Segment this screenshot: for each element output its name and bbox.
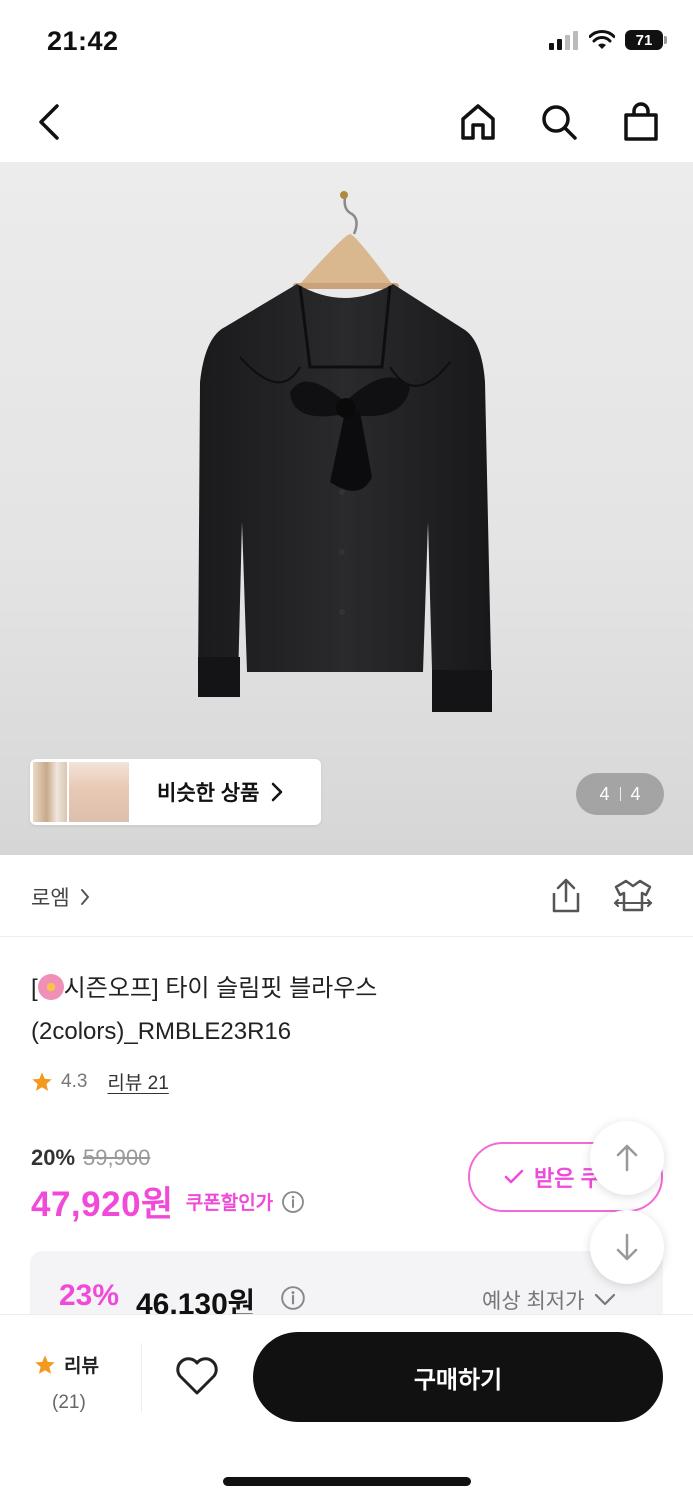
star-icon: [32, 1071, 52, 1091]
similar-thumbnail: [33, 762, 67, 822]
bottom-review-count: (21): [52, 1392, 86, 1413]
home-button[interactable]: [454, 98, 502, 146]
scroll-up-button[interactable]: [590, 1121, 664, 1195]
brand-link[interactable]: 로엠: [31, 882, 90, 912]
rating-row: 4.3 리뷰 21: [31, 1068, 169, 1095]
image-page-counter: 4 4: [576, 773, 664, 815]
discount-rate: 20%: [31, 1145, 76, 1170]
home-icon: [461, 104, 495, 140]
review-link[interactable]: 리뷰 21: [107, 1068, 168, 1095]
coupon-price-label: 쿠폰할인가: [185, 1193, 274, 1214]
back-button[interactable]: [26, 98, 74, 146]
product-title-line1: [시즌오프] 타이 슬림핏 블라우스: [31, 974, 378, 1002]
arrow-up-icon: [616, 1144, 638, 1172]
scroll-down-button[interactable]: [590, 1210, 664, 1284]
expected-lowest-price-label: 예상 최저가: [482, 1290, 585, 1313]
best-discount-rate: 23%: [59, 1279, 120, 1312]
best-price-box[interactable]: 23% 46,130원 예상 최저가: [30, 1251, 663, 1321]
similar-products-label: 비슷한 상품: [157, 782, 260, 805]
original-price: 59,900: [83, 1145, 151, 1170]
brand-row: 로엠: [0, 855, 693, 937]
chevron-right-icon: [272, 782, 283, 802]
info-icon[interactable]: [280, 1285, 306, 1311]
heart-icon: [176, 1357, 218, 1395]
wishlist-button[interactable]: [174, 1355, 220, 1402]
home-indicator: [223, 1477, 471, 1486]
share-icon: [552, 878, 580, 913]
bottom-purchase-bar: 리뷰 (21) 구매하기: [0, 1314, 693, 1500]
status-time: 21:42: [47, 26, 119, 56]
search-icon: [542, 105, 577, 140]
clothing-size-icon: [613, 879, 653, 912]
status-bar: 21:42 71: [0, 0, 693, 84]
similar-thumbnail: [69, 762, 129, 822]
status-icons: 71: [549, 30, 667, 50]
battery-icon: 71: [625, 30, 667, 50]
divider: [141, 1343, 142, 1413]
info-icon[interactable]: [281, 1190, 305, 1214]
brand-name: 로엠: [31, 887, 70, 910]
similar-products-button[interactable]: 비슷한 상품: [30, 759, 321, 825]
rating-score: 4.3: [61, 1070, 88, 1092]
bottom-review-label: 리뷰: [64, 1356, 99, 1377]
search-button[interactable]: [535, 98, 583, 146]
cart-button[interactable]: [617, 98, 665, 146]
expected-lowest-price-toggle[interactable]: 예상 최저가: [482, 1285, 616, 1315]
product-title-line2: (2colors)_RMBLE23R16: [31, 1018, 292, 1045]
product-title: [시즌오프] 타이 슬림핏 블라우스 (2colors)_RMBLE23R16: [31, 967, 591, 1053]
bottom-review-title: 리뷰: [34, 1351, 134, 1378]
shopping-bag-icon: [624, 102, 658, 141]
arrow-down-icon: [616, 1233, 638, 1261]
product-image-carousel[interactable]: 비슷한 상품 4 4: [0, 162, 693, 855]
discount-row: 20% 59,900: [31, 1145, 150, 1171]
sale-price-row: 47,920원 쿠폰할인가: [31, 1176, 305, 1227]
wifi-icon: [589, 30, 615, 49]
page-current: 4: [599, 783, 610, 804]
chevron-right-icon: [80, 889, 89, 905]
share-button[interactable]: [546, 877, 586, 920]
product-photo: [198, 191, 492, 712]
chevron-down-icon: [595, 1293, 616, 1306]
chevron-left-icon: [39, 104, 59, 140]
signal-icon: [549, 31, 578, 50]
star-icon: [35, 1354, 55, 1374]
check-icon: [504, 1169, 524, 1184]
sale-price: 47,920원: [31, 1185, 174, 1224]
fit-compare-button[interactable]: [612, 877, 654, 920]
bottom-review-button[interactable]: 리뷰 (21): [34, 1351, 134, 1414]
page-total: 4: [630, 783, 641, 804]
page-divider: [619, 787, 621, 801]
top-nav: [0, 84, 693, 162]
buy-button[interactable]: 구매하기: [253, 1332, 663, 1422]
flower-icon: [37, 974, 64, 1000]
